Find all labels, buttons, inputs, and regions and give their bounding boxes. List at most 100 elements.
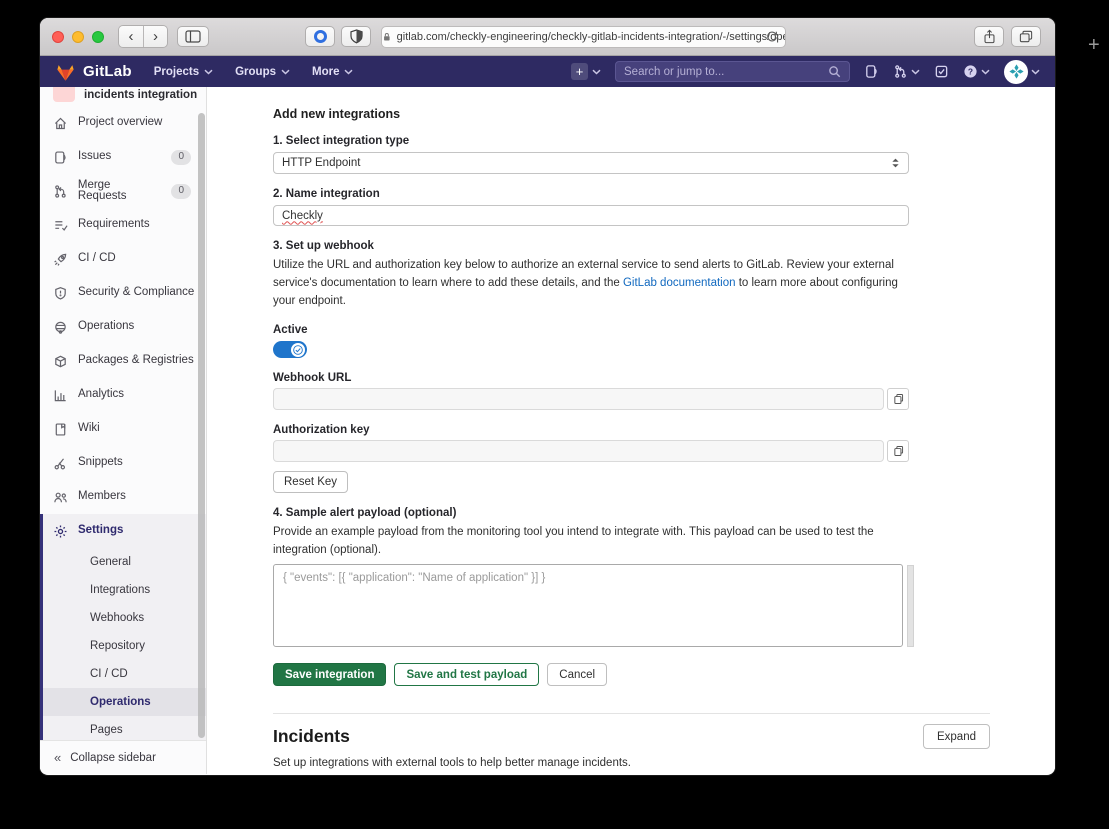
reset-key-button[interactable]: Reset Key (273, 471, 348, 493)
minimize-window-button[interactable] (72, 31, 84, 43)
reload-button[interactable] (765, 30, 779, 44)
user-menu-button[interactable] (1004, 60, 1040, 84)
forward-button[interactable]: › (143, 26, 167, 47)
browser-window: ‹ › (40, 18, 1055, 775)
sidebar-item-issues[interactable]: Issues 0 (40, 140, 206, 174)
sidebar-item-wiki[interactable]: Wiki (40, 412, 206, 446)
sidebar-item-label: Packages & Registries (78, 355, 194, 367)
nav-issues-button[interactable] (864, 64, 879, 79)
brand-name: GitLab (83, 63, 132, 80)
new-tab-plus-icon[interactable]: + (1088, 34, 1100, 57)
sidebar-item-settings[interactable]: Settings (43, 514, 206, 548)
integration-type-select[interactable]: HTTP Endpoint (273, 152, 909, 174)
sample-payload-description: Provide an example payload from the moni… (273, 524, 909, 560)
help-icon: ? (963, 64, 978, 79)
chevron-down-icon (281, 69, 290, 75)
address-bar[interactable]: gitlab.com/checkly-engineering/checkly-g… (381, 26, 786, 48)
expand-incidents-button[interactable]: Expand (923, 724, 990, 749)
search-input[interactable] (624, 66, 828, 78)
issues-count-badge: 0 (171, 150, 191, 165)
sidebar-item-label: Members (78, 491, 126, 503)
cancel-button[interactable]: Cancel (547, 663, 607, 686)
nav-merge-requests-button[interactable] (893, 64, 920, 79)
select-updown-icon (891, 157, 900, 169)
sidebar-subitem-integrations[interactable]: Integrations (43, 576, 206, 604)
tabs-icon (1019, 30, 1033, 43)
sidebar-item-project-overview[interactable]: Project overview (40, 106, 206, 140)
incidents-description: Set up integrations with external tools … (273, 757, 909, 769)
operations-icon (53, 320, 68, 335)
share-button[interactable] (974, 26, 1004, 47)
sidebar-scrollbar[interactable] (198, 113, 205, 738)
authorization-key-input[interactable] (273, 440, 884, 462)
gitlab-tanuki-logo-icon (55, 62, 76, 82)
sidebar-item-packages-registries[interactable]: Packages & Registries (40, 344, 206, 378)
new-menu-button[interactable]: + (571, 63, 601, 80)
sidebar-toggle-button[interactable] (177, 26, 209, 47)
sidebar-subitem-webhooks[interactable]: Webhooks (43, 604, 206, 632)
sidebar-item-requirements[interactable]: Requirements (40, 208, 206, 242)
gitlab-brand[interactable]: GitLab (55, 62, 132, 82)
payload-textarea[interactable]: { "events": [{ "application": "Name of a… (273, 564, 903, 647)
close-window-button[interactable] (52, 31, 64, 43)
copy-webhook-url-button[interactable] (887, 388, 909, 410)
collapse-chevrons-icon: « (54, 751, 61, 764)
share-icon (983, 29, 996, 44)
sidebar-subitem-general[interactable]: General (43, 548, 206, 576)
sidebar-item-label: Operations (78, 321, 134, 333)
nav-menu-projects[interactable]: Projects (154, 66, 213, 78)
history-nav-group: ‹ › (118, 25, 168, 48)
search-icon (828, 65, 841, 78)
sidebar-item-members[interactable]: Members (40, 480, 206, 514)
webhook-url-input[interactable] (273, 388, 884, 410)
gitlab-documentation-link[interactable]: GitLab documentation (623, 277, 736, 289)
sidebar-subitem-ci-cd[interactable]: CI / CD (43, 660, 206, 688)
chevron-down-icon (911, 69, 920, 75)
lock-icon (382, 31, 392, 43)
collapse-sidebar-button[interactable]: « Collapse sidebar (40, 740, 206, 774)
copy-authorization-key-button[interactable] (887, 440, 909, 462)
sidebar-item-ci-cd[interactable]: CI / CD (40, 242, 206, 276)
avatar (1004, 60, 1028, 84)
integration-name-value: Checkly (282, 210, 323, 222)
page-content: incidents integration Project overview I… (40, 87, 1055, 774)
authorization-key-row (273, 440, 909, 462)
nav-todos-button[interactable] (934, 64, 949, 79)
sidebar-icon (185, 30, 201, 43)
webhook-description: Utilize the URL and authorization key be… (273, 257, 909, 310)
save-and-test-payload-button[interactable]: Save and test payload (394, 663, 539, 686)
global-search[interactable] (615, 61, 850, 82)
nav-menu-groups[interactable]: Groups (235, 66, 290, 78)
sidebar-item-label: Wiki (78, 423, 100, 435)
back-button[interactable]: ‹ (119, 26, 143, 47)
chevron-down-icon (204, 69, 213, 75)
incidents-section-header: Incidents Expand (273, 724, 990, 749)
sidebar-item-operations[interactable]: Operations (40, 310, 206, 344)
navbar-right-group: + (571, 60, 1040, 84)
content-scrollbar[interactable] (907, 565, 914, 647)
desktop-background: + ‹ › (0, 0, 1109, 829)
password-extension-button[interactable] (305, 26, 335, 47)
sidebar-subitem-operations[interactable]: Operations (43, 688, 206, 716)
tab-overview-button[interactable] (1011, 26, 1041, 47)
project-header[interactable]: incidents integration (40, 87, 206, 106)
sidebar-item-security-compliance[interactable]: Security & Compliance (40, 276, 206, 310)
sidebar-item-merge-requests[interactable]: Merge Requests 0 (40, 174, 206, 208)
gitlab-top-navbar: GitLab Projects Groups More + (40, 56, 1055, 87)
sidebar-item-analytics[interactable]: Analytics (40, 378, 206, 412)
nav-help-button[interactable]: ? (963, 64, 990, 79)
plus-icon: + (571, 63, 588, 80)
check-icon (293, 345, 303, 355)
toggle-knob (291, 343, 305, 357)
nav-menu-more[interactable]: More (312, 66, 353, 78)
sidebar-item-snippets[interactable]: Snippets (40, 446, 206, 480)
zoom-window-button[interactable] (92, 31, 104, 43)
integration-name-input[interactable]: Checkly (273, 205, 909, 226)
add-integration-form: Add new integrations 1. Select integrati… (273, 107, 909, 774)
chevron-down-icon (592, 69, 601, 75)
save-integration-button[interactable]: Save integration (273, 663, 386, 686)
active-toggle[interactable] (273, 341, 307, 358)
shield-extension-button[interactable] (341, 26, 371, 47)
svg-text:?: ? (968, 66, 973, 76)
sidebar-subitem-repository[interactable]: Repository (43, 632, 206, 660)
